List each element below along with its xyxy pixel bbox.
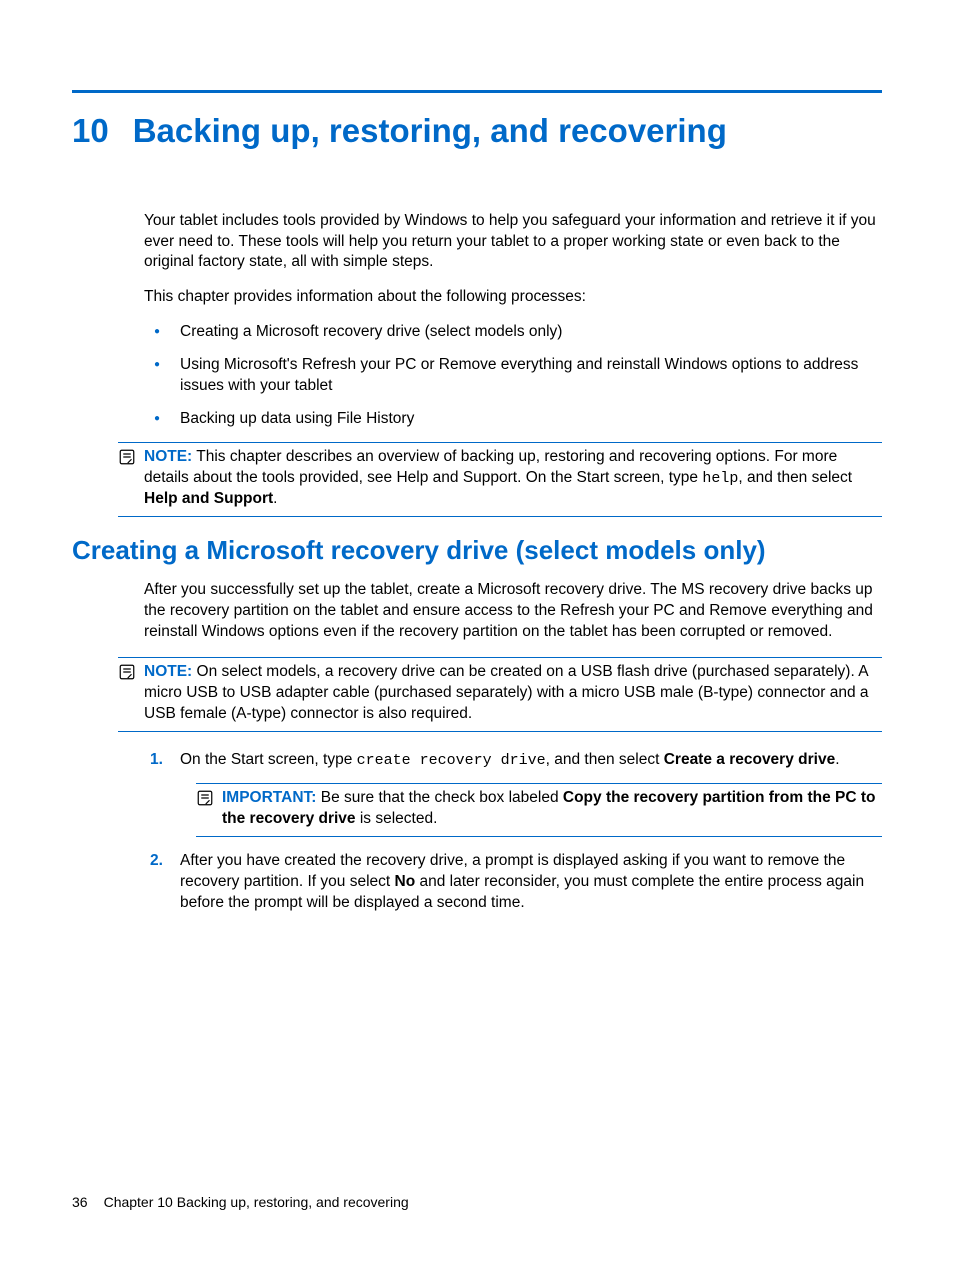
chapter-number: 10 [72, 111, 109, 151]
step-1-pre: On the Start screen, type [180, 751, 357, 768]
step-1-mid: , and then select [546, 751, 664, 768]
intro-bullet-3: Backing up data using File History [144, 409, 882, 430]
step-1: On the Start screen, type create recover… [144, 750, 882, 837]
intro-paragraph-2: This chapter provides information about … [144, 287, 882, 308]
page-number: 36 [72, 1194, 88, 1210]
step-1-code: create recovery drive [357, 752, 546, 769]
note-label: NOTE: [144, 663, 192, 680]
note-icon [118, 447, 138, 510]
intro-bullet-2: Using Microsoft's Refresh your PC or Rem… [144, 355, 882, 397]
important-text: IMPORTANT: Be sure that the check box la… [222, 788, 882, 830]
intro-note-text: NOTE: This chapter describes an overview… [144, 447, 882, 510]
steps-list: On the Start screen, type create recover… [144, 750, 882, 914]
intro-bullet-1: Creating a Microsoft recovery drive (sel… [144, 322, 882, 343]
intro-block: Your tablet includes tools provided by W… [144, 211, 882, 517]
intro-bullet-list: Creating a Microsoft recovery drive (sel… [144, 322, 882, 430]
note-tail: . [273, 490, 277, 507]
section-note-text: NOTE: On select models, a recovery drive… [144, 662, 882, 725]
important-pre: Be sure that the check box labeled [321, 789, 563, 806]
important-icon [196, 788, 216, 830]
section-heading: Creating a Microsoft recovery drive (sel… [72, 535, 882, 566]
step-1-tail: . [835, 751, 839, 768]
note-text-after: , and then select [738, 469, 852, 486]
chapter-title: 10 Backing up, restoring, and recovering [72, 111, 882, 151]
page-footer: 36 Chapter 10 Backing up, restoring, and … [72, 1194, 409, 1210]
section-paragraph-1: After you successfully set up the tablet… [144, 580, 882, 643]
section-block: After you successfully set up the tablet… [144, 580, 882, 913]
important-note: IMPORTANT: Be sure that the check box la… [196, 783, 882, 837]
important-label: IMPORTANT: [222, 789, 316, 806]
important-tail: is selected. [356, 810, 438, 827]
step-1-bold: Create a recovery drive [664, 751, 835, 768]
note-bold: Help and Support [144, 490, 273, 507]
intro-note: NOTE: This chapter describes an overview… [118, 442, 882, 517]
chapter-title-text: Backing up, restoring, and recovering [133, 112, 727, 149]
section-note: NOTE: On select models, a recovery drive… [118, 657, 882, 732]
chapter-rule [72, 90, 882, 93]
page: 10Backing up, restoring, and recovering … [0, 0, 954, 1270]
step-2-bold: No [395, 873, 416, 890]
section-note-body: On select models, a recovery drive can b… [144, 663, 869, 722]
note-code: help [702, 470, 738, 487]
footer-text: Chapter 10 Backing up, restoring, and re… [104, 1194, 409, 1210]
note-label: NOTE: [144, 448, 192, 465]
step-2: After you have created the recovery driv… [144, 851, 882, 914]
note-icon [118, 662, 138, 725]
intro-paragraph-1: Your tablet includes tools provided by W… [144, 211, 882, 274]
